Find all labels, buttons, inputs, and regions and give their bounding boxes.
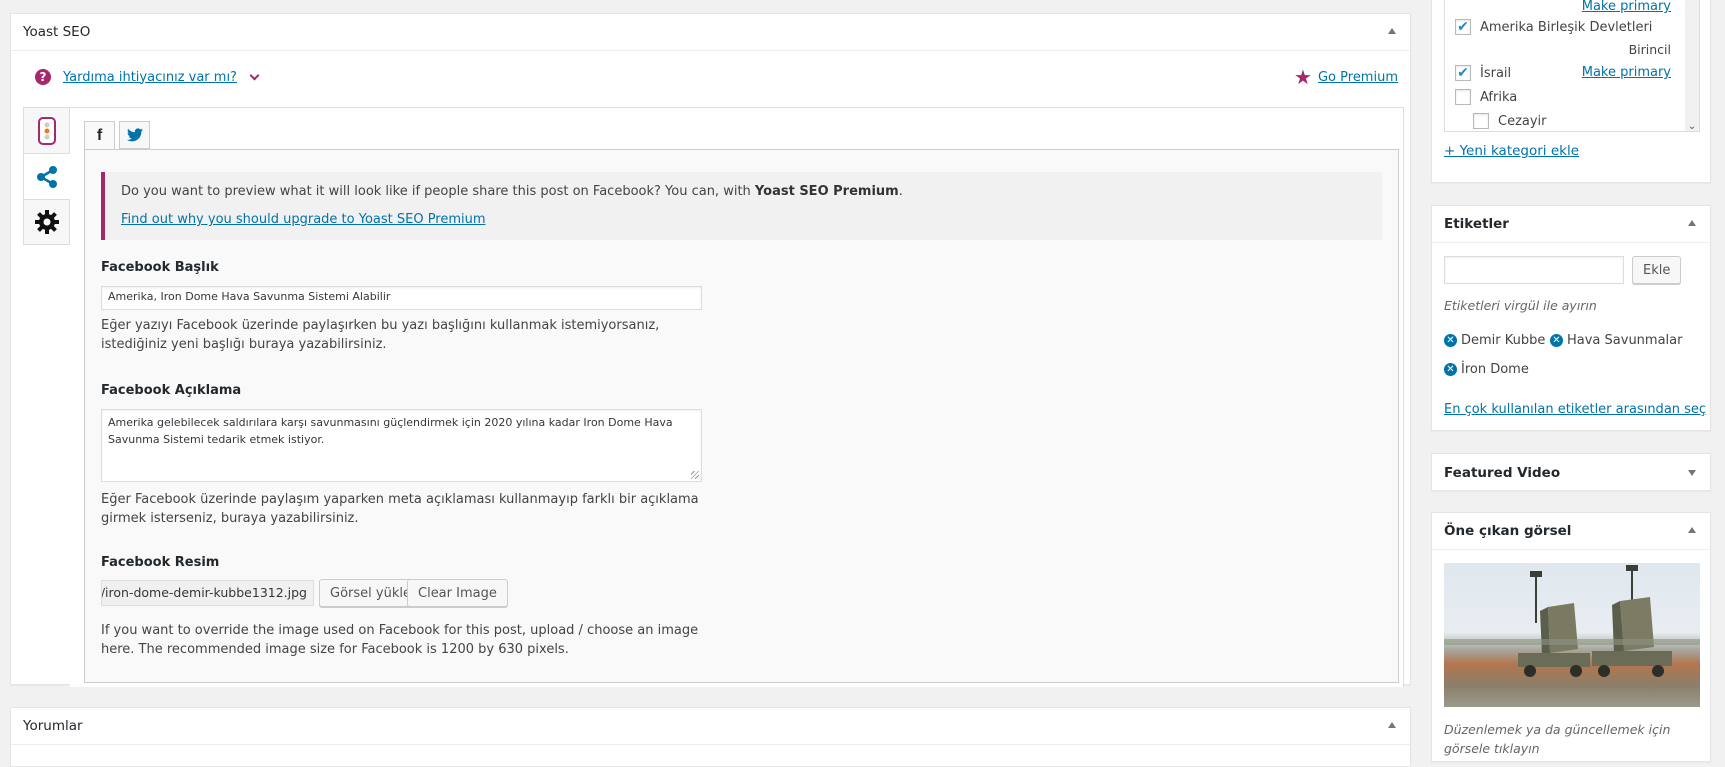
tab-facebook[interactable]: f (84, 121, 115, 150)
checkbox-icon[interactable] (1473, 113, 1489, 129)
facebook-image-desc: If you want to override the image used o… (101, 623, 699, 657)
side-tab-advanced[interactable] (23, 199, 70, 245)
featured-video-title: Featured Video (1444, 464, 1561, 481)
question-icon: ? (35, 69, 51, 85)
collapse-arrow-icon[interactable] (1388, 722, 1396, 728)
yoast-side-tabs (23, 107, 70, 245)
remove-tag-icon[interactable]: ✕ (1444, 334, 1457, 347)
comments-title: Yorumlar (23, 718, 83, 734)
twitter-icon (126, 128, 143, 142)
chevron-down-icon[interactable]: ⌄ (1688, 121, 1696, 131)
checkbox-checked-icon[interactable]: ✔ (1455, 19, 1471, 35)
facebook-desc-label: Facebook Açıklama (101, 383, 242, 398)
comments-header[interactable]: Yorumlar (11, 708, 1410, 745)
side-tab-social[interactable] (23, 153, 70, 199)
tags-metabox: Etiketler Ekle Etiketleri virgül ile ayı… (1431, 205, 1711, 431)
collapse-arrow-icon[interactable] (1688, 527, 1696, 533)
remove-tag-icon[interactable]: ✕ (1444, 363, 1457, 376)
tags-title: Etiketler (1444, 216, 1509, 232)
facebook-desc-value: Amerika gelebilecek saldırılara karşı sa… (108, 416, 673, 446)
remove-tag-icon[interactable]: ✕ (1550, 334, 1563, 347)
help-row: ? Yardıma ihtiyacınız var mı? (35, 69, 260, 85)
tags-header[interactable]: Etiketler (1432, 206, 1710, 243)
facebook-image-input[interactable]: 3/01/iron-dome-demir-kubbe1312.jpg (101, 580, 314, 606)
category-label: İsrail (1480, 65, 1512, 81)
featured-image-title: Öne çıkan görsel (1444, 523, 1572, 539)
featured-video-header[interactable]: Featured Video (1432, 454, 1710, 491)
checkbox-icon[interactable] (1455, 89, 1471, 105)
notice-text: Do you want to preview what it will look… (121, 184, 903, 199)
category-item[interactable]: ✔ Amerika Birleşik Devletleri (1455, 19, 1652, 35)
star-icon: ★ (1294, 65, 1312, 89)
tag-label: İron Dome (1461, 362, 1529, 377)
go-premium-link[interactable]: Go Premium (1318, 70, 1398, 85)
tag-label: Demir Kubbe (1461, 333, 1546, 348)
tag-label: Hava Savunmalar (1567, 333, 1683, 348)
clear-image-button[interactable]: Clear Image (407, 579, 508, 607)
tag-item: ✕ Hava Savunmalar (1550, 333, 1682, 348)
facebook-title-input[interactable]: Amerika, Iron Dome Hava Savunma Sistemi … (101, 286, 702, 310)
share-icon (36, 165, 57, 188)
comments-metabox: Yorumlar (10, 707, 1411, 767)
category-item[interactable]: ✔ İsrail (1455, 65, 1511, 81)
featured-image-thumbnail[interactable] (1444, 563, 1700, 707)
facebook-image-label: Facebook Resim (101, 555, 220, 570)
social-panel: f Do you want to preview what it will lo… (70, 107, 1404, 687)
facebook-title-label: Facebook Başlık (101, 260, 219, 275)
featured-image-metabox: Öne çıkan görsel Düzenlemek ya da güncel… (1431, 512, 1711, 762)
upgrade-link[interactable]: Find out why you should upgrade to Yoast… (121, 212, 1366, 227)
tab-twitter[interactable] (119, 121, 150, 149)
most-used-tags-link[interactable]: En çok kullanılan etiketler arasından se… (1444, 402, 1706, 417)
expand-arrow-icon[interactable] (1688, 470, 1696, 476)
social-sub-tabs: f (84, 121, 154, 150)
help-link[interactable]: Yardıma ihtiyacınız var mı? (63, 70, 237, 85)
facebook-desc-desc: Eğer Facebook üzerinde paylaşım yaparken… (101, 492, 699, 526)
gear-icon (34, 210, 59, 234)
category-label: Afrika (1480, 89, 1518, 105)
facebook-title-desc: Eğer yazıyı Facebook üzerinde paylaşırke… (101, 318, 660, 352)
yoast-seo-metabox: Yoast SEO ? Yardıma ihtiyacınız var mı? … (10, 13, 1411, 687)
facebook-desc-textarea[interactable]: Amerika gelebilecek saldırılara karşı sa… (101, 409, 702, 482)
featured-image-header[interactable]: Öne çıkan görsel (1432, 513, 1710, 550)
tag-item: ✕ İron Dome (1444, 362, 1529, 377)
category-label: Cezayir (1498, 113, 1547, 129)
category-item[interactable]: Afrika (1455, 89, 1517, 105)
category-label: Amerika Birleşik Devletleri (1480, 19, 1653, 35)
go-premium: ★ Go Premium (1294, 65, 1398, 89)
tag-item: ✕ Demir Kubbe (1444, 333, 1545, 348)
category-item[interactable]: Cezayir (1473, 113, 1547, 129)
facebook-panel: Do you want to preview what it will look… (84, 149, 1399, 683)
collapse-arrow-icon[interactable] (1688, 220, 1696, 226)
featured-image-caption: Düzenlemek ya da güncellemek için görsel… (1444, 722, 1671, 756)
yoast-header[interactable]: Yoast SEO (11, 14, 1410, 51)
category-list: Make primary ✔ Amerika Birleşik Devletle… (1444, 0, 1700, 132)
add-category-link[interactable]: + Yeni kategori ekle (1444, 143, 1579, 159)
facebook-icon: f (96, 126, 103, 144)
iron-dome-photo (1444, 565, 1700, 677)
make-primary-link[interactable]: Make primary (1582, 0, 1671, 14)
featured-video-metabox: Featured Video (1431, 453, 1711, 491)
tag-input[interactable] (1444, 256, 1624, 284)
premium-notice: Do you want to preview what it will look… (101, 172, 1382, 240)
primary-label: Birincil (1628, 42, 1671, 57)
traffic-light-icon (37, 116, 56, 145)
make-primary-link[interactable]: Make primary (1582, 65, 1671, 80)
category-scrollbar[interactable]: ⌄ (1685, 0, 1699, 131)
collapse-arrow-icon[interactable] (1388, 28, 1396, 34)
checkbox-checked-icon[interactable]: ✔ (1455, 65, 1471, 81)
resize-grip-icon[interactable] (691, 471, 699, 479)
add-tag-button[interactable]: Ekle (1632, 256, 1682, 284)
categories-metabox: Make primary ✔ Amerika Birleşik Devletle… (1431, 0, 1711, 183)
yoast-title: Yoast SEO (23, 24, 91, 40)
side-tab-seo[interactable] (23, 107, 70, 153)
tag-hint: Etiketleri virgül ile ayırın (1444, 298, 1597, 313)
chevron-down-icon[interactable] (249, 70, 260, 80)
